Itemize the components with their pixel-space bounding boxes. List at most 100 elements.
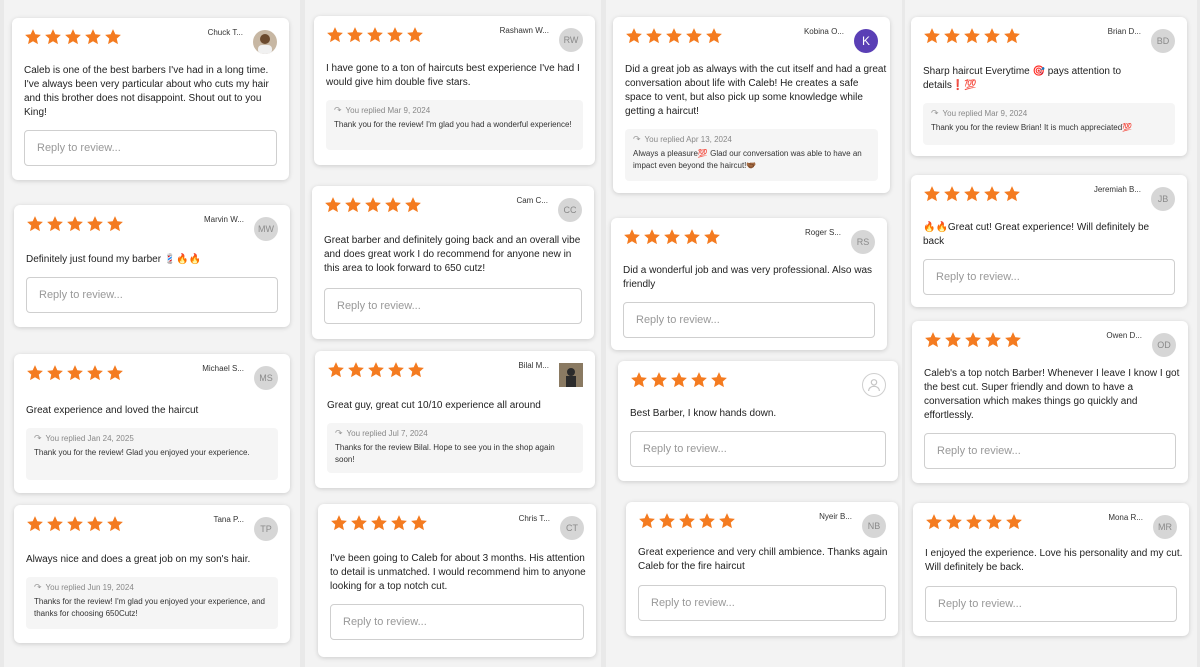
avatar: RS xyxy=(851,230,875,254)
reviewer-name: Owen D... xyxy=(1106,331,1142,340)
review-card: Kobina O... K Did a great job as always wi… xyxy=(613,17,890,193)
avatar: JB xyxy=(1151,187,1175,211)
star-icon xyxy=(924,28,940,44)
review-card: Cam C... CC Great barber and definitely go… xyxy=(312,186,594,339)
rating-stars xyxy=(326,26,424,44)
star-icon xyxy=(87,216,103,232)
star-icon xyxy=(351,515,367,531)
star-icon xyxy=(944,186,960,202)
star-icon xyxy=(686,28,702,44)
review-card: Mona R... MR I enjoyed the experience. Lov… xyxy=(913,503,1189,636)
star-icon xyxy=(85,29,101,45)
star-icon xyxy=(45,29,61,45)
star-icon xyxy=(1004,186,1020,202)
avatar: OD xyxy=(1152,333,1176,357)
review-text: Did a great job as always with the cut i… xyxy=(625,64,887,117)
star-icon xyxy=(27,516,43,532)
review-text: I have gone to a ton of haircuts best ex… xyxy=(326,63,580,88)
reviewer-name: Tana P... xyxy=(213,515,244,524)
review-text: I've been going to Caleb for about 3 mon… xyxy=(330,553,586,592)
star-icon xyxy=(664,229,680,245)
reply-input[interactable]: Reply to review... xyxy=(923,259,1175,295)
review-text: Definitely just found my barber 💈🔥🔥 xyxy=(26,254,202,265)
star-icon xyxy=(107,216,123,232)
review-card: Nyeir B... NB Great experience and very ch… xyxy=(626,502,898,636)
reviewer-name: Chris T... xyxy=(518,514,550,523)
star-icon xyxy=(47,365,63,381)
star-icon xyxy=(408,362,424,378)
star-icon xyxy=(946,514,962,530)
star-icon xyxy=(25,29,41,45)
reviewer-name: Michael S... xyxy=(202,364,244,373)
avatar: MS xyxy=(254,366,278,390)
star-icon xyxy=(684,229,700,245)
reviewer-name: Cam C... xyxy=(516,196,548,205)
star-icon xyxy=(27,365,43,381)
reviewer-name: Roger S... xyxy=(804,228,841,237)
reviewer-name: Kobina O... xyxy=(803,27,844,36)
review-card: Roger S... RS Did a wonderful job and was … xyxy=(611,218,887,350)
star-icon xyxy=(945,332,961,348)
review-text: Best Barber, I know hands down. xyxy=(630,408,777,419)
review-text: Sharp haircut Everytime 🎯 pays attention… xyxy=(923,66,1122,91)
review-card: Rashawn W... RW I have gone to a ton of ha… xyxy=(314,16,595,165)
star-icon xyxy=(367,27,383,43)
rating-stars xyxy=(923,27,1021,45)
avatar: BD xyxy=(1151,29,1175,53)
reply-input[interactable]: Reply to review... xyxy=(630,431,886,467)
star-icon xyxy=(624,229,640,245)
reply-arrow-icon: ↷ xyxy=(34,582,42,592)
reply-input[interactable]: Reply to review... xyxy=(623,302,875,338)
star-icon xyxy=(105,29,121,45)
reviewer-name: Jeremiah B... xyxy=(1093,185,1141,194)
review-card: Tana P... TP Always nice and does a great … xyxy=(14,505,290,643)
star-icon xyxy=(388,362,404,378)
rating-stars xyxy=(630,371,728,389)
avatar-photo xyxy=(253,30,277,54)
reply-arrow-icon: ↷ xyxy=(931,108,939,118)
star-icon xyxy=(659,513,675,529)
review-text: Great guy, great cut 10/10 experience al… xyxy=(327,400,541,411)
reply-input[interactable]: Reply to review... xyxy=(330,604,584,640)
reply-date: You replied Apr 13, 2024 xyxy=(644,135,732,144)
star-icon xyxy=(87,365,103,381)
star-icon xyxy=(47,516,63,532)
star-icon xyxy=(986,514,1002,530)
reviewer-name: Mona R... xyxy=(1108,513,1143,522)
star-icon xyxy=(924,186,940,202)
star-icon xyxy=(926,514,942,530)
reviewer-name: Rashawn W... xyxy=(499,26,549,35)
review-card: Bilal M... Great guy, great cut 10/10 exp… xyxy=(315,351,595,488)
reply-input[interactable]: Reply to review... xyxy=(24,130,277,166)
avatar: CT xyxy=(560,516,584,540)
rating-stars xyxy=(26,215,124,233)
reply-input[interactable]: Reply to review... xyxy=(26,277,278,313)
owner-reply: ↷ You replied Jan 24, 2025 Thank you for … xyxy=(26,428,278,480)
reply-input[interactable]: Reply to review... xyxy=(638,585,886,621)
star-icon xyxy=(371,515,387,531)
rating-stars xyxy=(324,196,422,214)
reply-date: You replied Jun 19, 2024 xyxy=(45,583,134,592)
star-icon xyxy=(407,27,423,43)
star-icon xyxy=(646,28,662,44)
review-text: Great experience and loved the haircut xyxy=(26,405,199,416)
reply-input[interactable]: Reply to review... xyxy=(925,586,1177,622)
star-icon xyxy=(706,28,722,44)
rating-stars xyxy=(327,361,425,379)
avatar: NB xyxy=(862,514,886,538)
rating-stars xyxy=(638,512,736,530)
star-icon xyxy=(966,514,982,530)
reviewer-name: Nyeir B... xyxy=(819,512,852,521)
star-icon xyxy=(964,28,980,44)
rating-stars xyxy=(26,364,124,382)
owner-reply: ↷ You replied Mar 9, 2024 Thank you for t… xyxy=(923,103,1175,145)
reply-arrow-icon: ↷ xyxy=(633,134,641,144)
review-text: Great experience and very chill ambience… xyxy=(638,547,888,572)
reply-text: Always a pleasure💯 Glad our conversation… xyxy=(633,149,862,170)
star-icon xyxy=(67,516,83,532)
star-icon xyxy=(944,28,960,44)
reply-input[interactable]: Reply to review... xyxy=(924,433,1176,469)
reply-input[interactable]: Reply to review... xyxy=(324,288,582,324)
star-icon xyxy=(964,186,980,202)
review-card: Marvin W... MW Definitely just found my ba… xyxy=(14,205,290,327)
